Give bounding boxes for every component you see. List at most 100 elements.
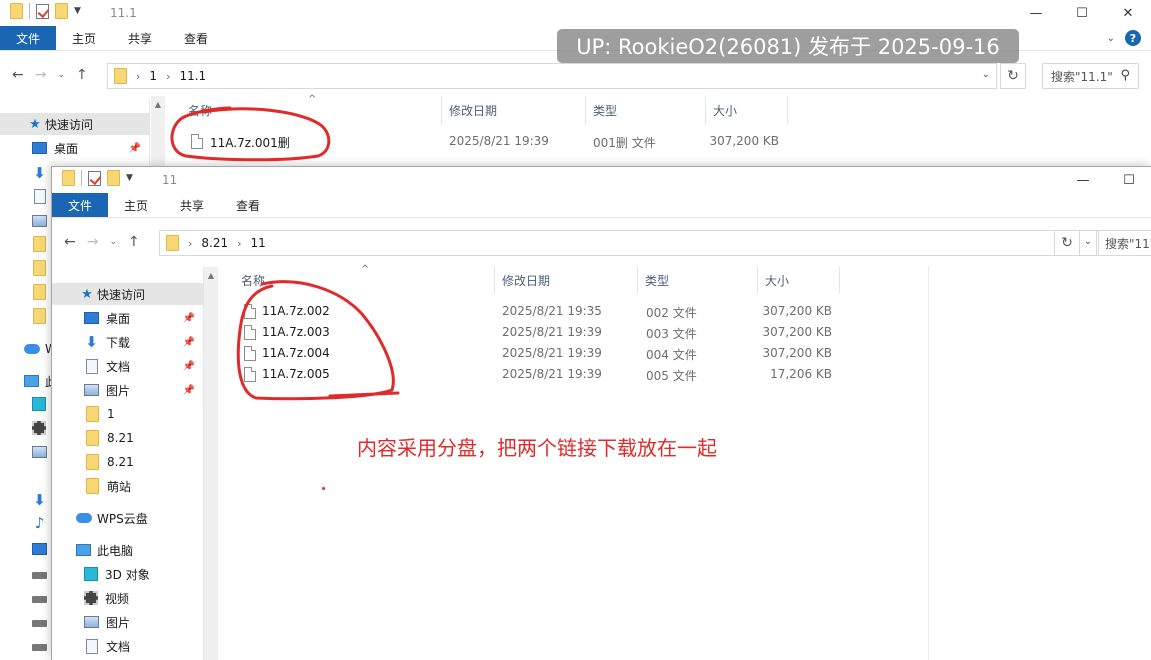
file-size: 307,200 KB: [762, 325, 832, 339]
refresh-button[interactable]: ↻: [1000, 63, 1026, 89]
file-row[interactable]: 11A.7z.001删 2025/8/21 19:39 001删 文件 307,…: [0, 130, 1151, 151]
file-name: 11A.7z.004: [262, 346, 330, 360]
sidebar-item-folder-8-21[interactable]: 8.21: [52, 427, 203, 449]
column-name[interactable]: 名称: [234, 266, 495, 294]
folder-icon: [10, 3, 23, 19]
search-placeholder: 搜索"11.1": [1051, 69, 1113, 84]
address-bar[interactable]: › 8.21 › 11 ⌄: [159, 230, 1099, 256]
search-input[interactable]: 搜索"11": [1096, 230, 1151, 256]
tab-file[interactable]: 文件: [52, 193, 109, 217]
folder-icon: [86, 406, 99, 422]
sidebar-item-folder-1[interactable]: 1: [52, 403, 203, 425]
drive-icon: [32, 644, 47, 651]
close-icon[interactable]: ✕: [1105, 0, 1151, 26]
file-date: 2025/8/21 19:39: [502, 367, 602, 381]
back-arrow-icon[interactable]: ←: [64, 234, 76, 250]
folder-icon: [33, 260, 46, 276]
recent-locations-icon[interactable]: ⌄: [57, 70, 65, 80]
folder-icon: [33, 284, 46, 300]
up-arrow-icon[interactable]: ↑: [76, 67, 88, 83]
recent-locations-icon[interactable]: ⌄: [109, 237, 117, 247]
annotation-dot: [322, 487, 325, 490]
properties-icon[interactable]: [36, 3, 49, 19]
column-size[interactable]: 大小: [706, 96, 788, 124]
sidebar-item-wps-cloud[interactable]: WPS云盘: [52, 507, 203, 529]
front-explorer-window: ▼ 11 — ☐ 文件 主页 共享 查看 ← → ⌄ ↑ › 8.21 › 11…: [51, 166, 1151, 660]
cloud-icon: [76, 513, 92, 523]
sidebar-item-documents[interactable]: 文档: [52, 635, 203, 657]
file-type: 003 文件: [646, 327, 697, 341]
file-row[interactable]: 11A.7z.005 2025/8/21 19:39 005 文件 17,206…: [52, 363, 1151, 384]
properties-icon[interactable]: [88, 170, 101, 186]
tab-view[interactable]: 查看: [220, 193, 276, 217]
drive-icon: [32, 620, 47, 627]
tab-view[interactable]: 查看: [168, 26, 224, 50]
tab-home[interactable]: 主页: [108, 193, 164, 217]
column-type[interactable]: 类型: [638, 266, 758, 294]
breadcrumb-item[interactable]: 8.21: [201, 236, 228, 250]
file-row[interactable]: 11A.7z.003 2025/8/21 19:39 003 文件 307,20…: [52, 321, 1151, 342]
up-arrow-icon[interactable]: ↑: [128, 234, 140, 250]
tab-share[interactable]: 共享: [112, 26, 168, 50]
expand-ribbon-icon[interactable]: ⌄: [1107, 33, 1115, 44]
documents-icon: [34, 189, 46, 204]
file-row[interactable]: 11A.7z.002 2025/8/21 19:35 002 文件 307,20…: [52, 300, 1151, 321]
column-size[interactable]: 大小: [758, 266, 840, 294]
tab-home[interactable]: 主页: [56, 26, 112, 50]
sidebar-item-videos[interactable]: 视频: [52, 587, 203, 609]
file-name: 11A.7z.003: [262, 325, 330, 339]
address-dropdown-icon[interactable]: ⌄: [1084, 236, 1092, 247]
window-title: 11: [162, 173, 178, 187]
sidebar-item-pictures[interactable]: 图片: [52, 611, 203, 633]
back-arrow-icon[interactable]: ←: [12, 67, 24, 83]
pin-icon[interactable]: 📌: [183, 385, 195, 396]
help-icon[interactable]: ?: [1125, 30, 1141, 46]
watermark-banner: UP: RookieO2(26081) 发布于 2025-09-16: [557, 29, 1019, 63]
customize-toolbar-icon[interactable]: ▼: [126, 173, 133, 183]
search-icon: ⚲: [1120, 68, 1130, 83]
breadcrumb-item[interactable]: 11: [251, 236, 266, 250]
address-bar[interactable]: › 1 › 11.1 ⌄: [107, 63, 997, 89]
folder-icon: [166, 235, 179, 251]
minimize-icon[interactable]: —: [1013, 0, 1059, 26]
forward-arrow-icon[interactable]: →: [87, 234, 99, 250]
tab-share[interactable]: 共享: [164, 193, 220, 217]
refresh-button[interactable]: ↻: [1054, 230, 1080, 256]
column-date[interactable]: 修改日期: [495, 266, 638, 294]
column-type[interactable]: 类型: [586, 96, 706, 124]
breadcrumb-item[interactable]: 11.1: [179, 69, 206, 83]
sidebar-item-this-pc[interactable]: 此电脑: [52, 539, 203, 561]
customize-toolbar-icon[interactable]: ▼: [74, 6, 81, 16]
ribbon-tabs: 文件 主页 共享 查看: [52, 193, 1151, 217]
file-icon: [191, 134, 203, 149]
column-date[interactable]: 修改日期: [442, 96, 586, 124]
new-folder-icon[interactable]: [107, 170, 120, 186]
scroll-up-icon[interactable]: ▲: [204, 267, 218, 284]
minimize-icon[interactable]: —: [1060, 167, 1106, 193]
address-dropdown-icon[interactable]: ⌄: [982, 69, 990, 80]
column-name[interactable]: 名称: [181, 96, 442, 124]
documents-icon: [86, 638, 98, 654]
sidebar-item-3d-objects[interactable]: 3D 对象: [52, 563, 203, 585]
tab-file[interactable]: 文件: [0, 26, 57, 50]
cloud-icon: [24, 344, 40, 354]
search-input[interactable]: 搜索"11.1" ⚲: [1042, 63, 1139, 89]
maximize-icon[interactable]: ☐: [1106, 167, 1151, 193]
new-folder-icon[interactable]: [55, 3, 68, 19]
folder-icon: [114, 68, 127, 84]
sidebar-item-folder-8-21[interactable]: 8.21: [52, 451, 203, 473]
title-bar: ▼ 11 — ☐: [52, 167, 1151, 193]
sidebar-item-folder-station[interactable]: 萌站: [52, 475, 203, 497]
file-row[interactable]: 11A.7z.004 2025/8/21 19:39 004 文件 307,20…: [52, 342, 1151, 363]
file-name: 11A.7z.002: [262, 304, 330, 318]
quick-access-toolbar: ▼: [62, 170, 133, 186]
pictures-icon: [84, 616, 99, 628]
file-icon: [244, 346, 256, 361]
folder-icon: [86, 430, 99, 446]
scroll-up-icon[interactable]: ▲: [151, 96, 165, 113]
maximize-icon[interactable]: ☐: [1059, 0, 1105, 26]
forward-arrow-icon[interactable]: →: [35, 67, 47, 83]
file-size: 17,206 KB: [770, 367, 832, 381]
breadcrumb-item[interactable]: 1: [149, 69, 157, 83]
drive-icon: [32, 596, 47, 603]
